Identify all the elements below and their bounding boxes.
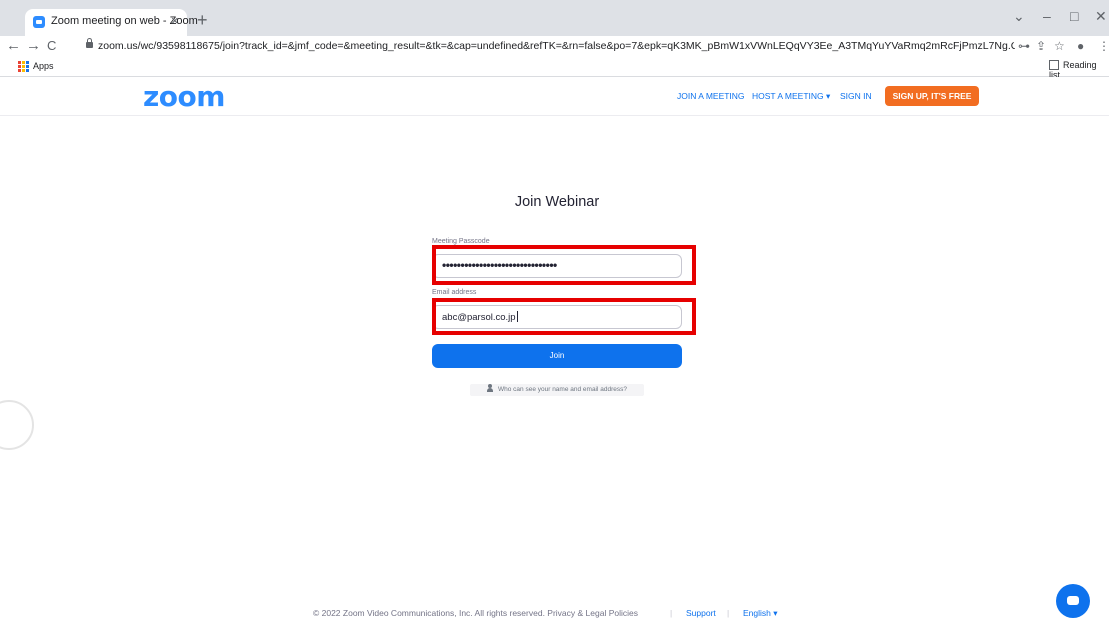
browser-tab[interactable]: Zoom meeting on web - Zoom × <box>25 9 198 36</box>
zoom-favicon-icon <box>33 16 45 28</box>
reload-icon[interactable]: C <box>47 38 56 53</box>
footer-separator: | <box>727 608 730 618</box>
chat-support-button[interactable] <box>1056 584 1090 618</box>
support-link[interactable]: Support <box>686 608 716 618</box>
new-tab-button[interactable]: + <box>197 10 208 31</box>
minimize-button[interactable]: – <box>1043 8 1051 24</box>
zoom-join-page: zoom JOIN A MEETING HOST A MEETING ▾ SIG… <box>0 77 1109 629</box>
lock-icon <box>86 38 93 48</box>
bookmark-star-icon[interactable]: ☆ <box>1054 39 1065 53</box>
bookmarks-bar: Apps Reading list <box>0 59 1109 80</box>
forward-icon[interactable]: → <box>26 37 41 54</box>
privacy-info-text: Who can see your name and email address? <box>498 386 627 393</box>
profile-icon[interactable]: ● <box>1077 39 1084 53</box>
passcode-input[interactable]: ••••••••••••••••••••••••••••••• <box>432 254 682 278</box>
url-text: zoom.us/wc/93598118675/join?track_id=&jm… <box>98 40 1015 52</box>
apps-grid-icon[interactable] <box>18 61 29 72</box>
language-selector[interactable]: English ▾ <box>743 608 778 619</box>
footer-separator: | <box>670 608 673 618</box>
close-window-button[interactable]: ✕ <box>1095 8 1107 25</box>
reading-list-icon <box>1049 60 1059 70</box>
page-title: Join Webinar <box>514 194 600 210</box>
back-icon[interactable]: ← <box>6 37 21 54</box>
passcode-value: ••••••••••••••••••••••••••••••• <box>442 258 557 272</box>
join-meeting-link[interactable]: JOIN A MEETING <box>677 91 745 101</box>
maximize-button[interactable]: □ <box>1070 8 1078 24</box>
browser-menu-icon[interactable]: ⋮ <box>1098 39 1109 53</box>
host-meeting-dropdown[interactable]: HOST A MEETING ▾ <box>752 91 830 102</box>
join-button[interactable]: Join <box>432 344 682 368</box>
email-value: abc@parsol.co.jp <box>442 311 518 323</box>
tab-close-icon[interactable]: × <box>171 13 179 28</box>
apps-bookmark[interactable]: Apps <box>33 61 54 71</box>
tab-search-icon[interactable]: ⌄ <box>1013 8 1025 25</box>
browser-tabstrip: Zoom meeting on web - Zoom × + ⌄ – □ ✕ <box>0 0 1109 36</box>
zoom-header: zoom JOIN A MEETING HOST A MEETING ▾ SIG… <box>0 77 1109 116</box>
zoom-logo[interactable]: zoom <box>143 80 225 113</box>
share-icon[interactable]: ⇪ <box>1036 39 1046 53</box>
passcode-label: Meeting Passcode <box>432 238 490 245</box>
email-input[interactable]: abc@parsol.co.jp <box>432 305 682 329</box>
copyright-text[interactable]: © 2022 Zoom Video Communications, Inc. A… <box>313 608 638 618</box>
key-icon[interactable]: ⊶ <box>1018 39 1030 53</box>
privacy-info-link[interactable]: Who can see your name and email address? <box>470 384 644 396</box>
address-bar[interactable]: zoom.us/wc/93598118675/join?track_id=&jm… <box>83 37 1015 57</box>
browser-toolbar: ← → C zoom.us/wc/93598118675/join?track_… <box>0 36 1109 59</box>
email-label: Email address <box>432 289 477 296</box>
person-icon <box>487 384 495 392</box>
sign-in-link[interactable]: SIGN IN <box>840 91 872 101</box>
sign-up-button[interactable]: SIGN UP, IT'S FREE <box>885 86 979 106</box>
